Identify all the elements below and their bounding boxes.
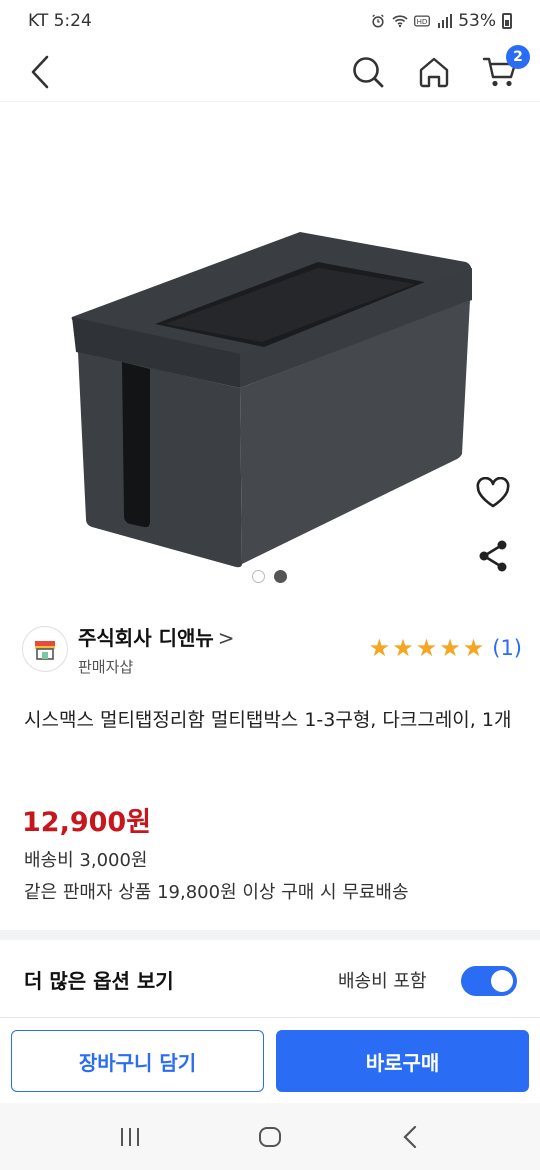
hd-icon: HD (414, 15, 431, 27)
home-icon (419, 57, 449, 87)
star-icon: ★ (439, 634, 461, 662)
gallery-dot[interactable] (252, 570, 265, 583)
search-button[interactable] (344, 48, 392, 96)
star-icon: ★ (415, 634, 438, 662)
cart-count-badge: 2 (506, 44, 530, 69)
wifi-icon (392, 15, 408, 28)
free-shipping-note: 같은 판매자 상품 19,800원 이상 구매 시 무료배송 (24, 882, 409, 903)
alarm-icon (372, 14, 384, 28)
include-shipping-toggle[interactable] (461, 966, 517, 996)
rating[interactable]: ★ ★ ★ ★ ★ (1) (369, 636, 522, 660)
product-image-gallery[interactable] (0, 102, 540, 602)
top-navigation: 2 (0, 42, 540, 102)
more-options-link[interactable]: 더 많은 옵션 보기 (24, 965, 174, 994)
system-home-button[interactable] (246, 1113, 294, 1161)
svg-text:HD: HD (417, 17, 428, 26)
seller-name-link[interactable]: 주식회사 디앤뉴 > (78, 622, 235, 651)
search-icon (353, 56, 384, 87)
toggle-knob (491, 970, 513, 992)
bottom-action-bar: 장바구니 담기 바로구매 (0, 1017, 540, 1103)
home-button[interactable] (410, 48, 458, 96)
status-icons: HD 53% (370, 11, 512, 31)
include-shipping-label: 배송비 포함 (338, 971, 427, 992)
seller-type: 판매자샵 (78, 658, 134, 676)
star-icon: ★ (462, 634, 485, 662)
recent-apps-button[interactable] (106, 1113, 154, 1161)
recent-apps-icon (121, 1127, 139, 1146)
seller-name: 주식회사 디앤뉴 (78, 626, 214, 650)
cart-button[interactable]: 2 (476, 44, 530, 96)
wishlist-button[interactable] (472, 472, 514, 514)
store-icon (35, 641, 55, 660)
add-to-cart-button[interactable]: 장바구니 담기 (11, 1030, 264, 1092)
product-photo (71, 232, 472, 568)
carrier-time: KT 5:24 (28, 11, 92, 31)
system-back-button[interactable] (386, 1113, 434, 1161)
status-bar: KT 5:24 HD 53% (0, 0, 540, 42)
shipping-fee: 배송비 3,000원 (24, 850, 148, 871)
seller-info: 주식회사 디앤뉴 > 판매자샵 ★ ★ ★ ★ ★ (1) (22, 622, 522, 682)
back-chevron-icon (403, 1125, 417, 1148)
chevron-right-icon: > (217, 626, 235, 650)
section-divider (0, 930, 540, 940)
share-button[interactable] (472, 535, 514, 577)
system-navigation-bar (0, 1103, 540, 1170)
buy-now-button[interactable]: 바로구매 (276, 1030, 529, 1092)
home-circle-icon (259, 1126, 281, 1147)
gallery-dot-active[interactable] (274, 570, 287, 583)
back-arrow-icon (31, 55, 49, 88)
share-icon (479, 540, 507, 572)
star-icon: ★ (392, 634, 414, 662)
product-title: 시스맥스 멀티탭정리함 멀티탭박스 1-3구형, 다크그레이, 1개 (24, 709, 512, 731)
star-icon: ★ (368, 634, 391, 662)
seller-logo[interactable] (22, 626, 68, 672)
signal-icon (438, 14, 453, 28)
review-count: (1) (492, 636, 522, 660)
battery-percent: 53% (458, 11, 496, 31)
back-button[interactable] (16, 48, 64, 96)
battery-icon (502, 13, 512, 29)
gallery-pagination (252, 570, 287, 583)
heart-icon (476, 477, 510, 508)
product-price: 12,900원 (22, 807, 152, 838)
